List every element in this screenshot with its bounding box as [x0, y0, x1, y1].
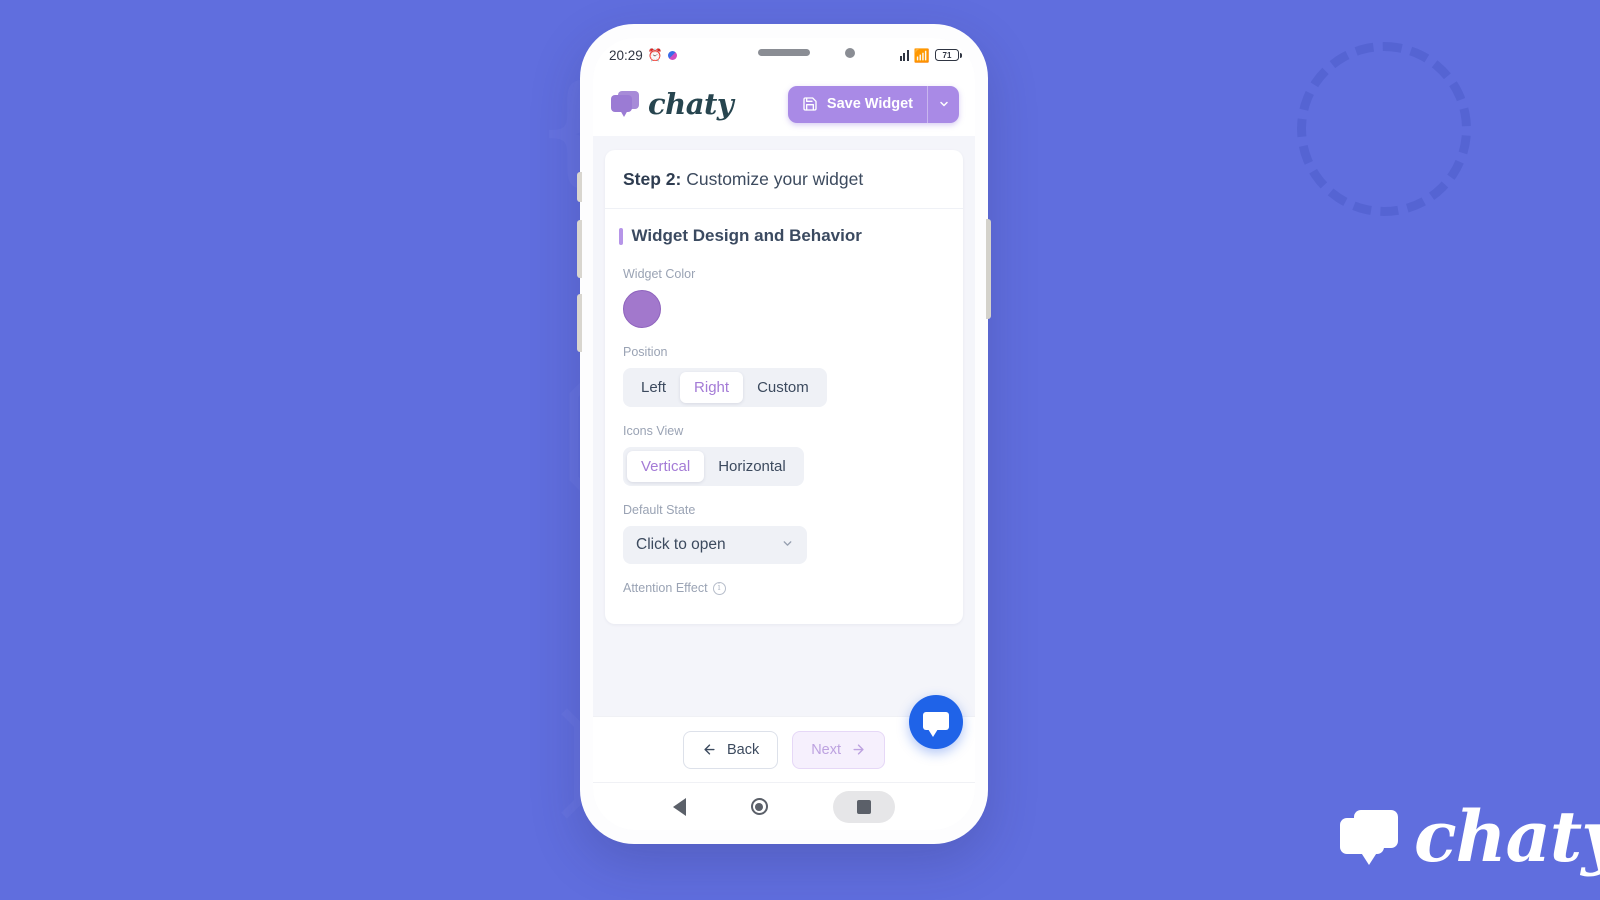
position-label: Position: [623, 345, 668, 359]
icons-view-label: Icons View: [623, 424, 684, 438]
field-attention-effect: Attention Effect i: [605, 581, 963, 624]
android-recents-icon[interactable]: [832, 790, 895, 823]
alarm-clock-icon: ⏰: [647, 48, 663, 62]
status-bar-clock: 20:29: [609, 47, 643, 63]
step-prefix-label: Step 2:: [623, 169, 682, 189]
icons-view-option-vertical[interactable]: Vertical: [627, 451, 705, 482]
default-state-value: Click to open: [636, 536, 726, 553]
position-segmented-control: Left Right Custom: [623, 368, 827, 407]
field-icons-view: Icons View Vertical Horizontal: [605, 424, 963, 486]
section-title-label: Widget Design and Behavior: [631, 226, 862, 245]
watermark-brand-label: chaty: [1414, 795, 1600, 878]
android-back-icon[interactable]: [673, 797, 687, 816]
save-widget-group: Save Widget: [787, 85, 959, 123]
android-home-icon[interactable]: [750, 798, 768, 815]
chevron-down-icon: [781, 537, 794, 553]
position-option-right[interactable]: Right: [680, 372, 744, 403]
position-option-left[interactable]: Left: [627, 372, 680, 403]
battery-level-label: 71: [942, 50, 952, 60]
chevron-down-icon: [939, 101, 948, 107]
chat-bubble-logo-icon: [611, 91, 639, 117]
status-bar: 20:29 ⏰ 📶 71: [593, 38, 975, 72]
status-bar-left: 20:29 ⏰: [609, 48, 677, 63]
arrow-left-icon: [704, 744, 715, 755]
app-header: chaty Save Widget: [593, 72, 975, 136]
phone-mockup: 20:29 ⏰ 📶 71 chaty Save Widget Step 2: C…: [577, 24, 991, 844]
back-button[interactable]: Back: [682, 730, 779, 769]
default-state-select[interactable]: Click to open: [623, 526, 807, 564]
arrow-right-icon: [853, 744, 864, 755]
android-navigation-bar: [593, 782, 975, 830]
chat-widget-fab[interactable]: [909, 695, 963, 749]
back-button-label: Back: [726, 741, 760, 758]
front-camera: [845, 48, 856, 58]
app-notification-icon: [667, 50, 677, 60]
widget-settings-card: Step 2: Customize your widget Widget Des…: [605, 150, 963, 624]
section-heading: Widget Design and Behavior: [605, 209, 963, 250]
section-accent-bar: [619, 227, 623, 245]
info-circle-icon[interactable]: i: [712, 581, 726, 595]
next-button[interactable]: Next: [792, 730, 886, 769]
chat-bubble-icon: [1340, 809, 1398, 865]
step-title-label: Customize your widget: [681, 169, 864, 189]
phone-volume-up-button: [577, 220, 582, 278]
default-state-label: Default State: [623, 503, 696, 517]
brand-name-label: chaty: [648, 87, 734, 121]
field-widget-color: Widget Color: [605, 267, 963, 328]
phone-volume-down-button: [577, 294, 582, 352]
screenshot-stage: ❴ ❲ ❳ 20:29 ⏰ 📶 71 chaty Save Widget Ste…: [0, 0, 1600, 900]
field-default-state: Default State Click to open: [605, 503, 963, 564]
attention-effect-label: Attention Effect: [623, 581, 708, 595]
earpiece-speaker: [758, 49, 810, 56]
save-widget-dropdown-button[interactable]: [927, 85, 959, 123]
phone-screen: 20:29 ⏰ 📶 71 chaty Save Widget Step 2: C…: [593, 38, 975, 830]
app-content: Step 2: Customize your widget Widget Des…: [593, 136, 975, 716]
brand-logo: chaty: [611, 87, 734, 121]
battery-icon: 71: [935, 49, 962, 61]
floppy-disk-save-icon: [803, 97, 817, 111]
save-widget-label: Save Widget: [826, 96, 913, 112]
widget-color-label: Widget Color: [623, 267, 696, 281]
wifi-icon: 📶: [913, 47, 930, 63]
chaty-watermark: chaty: [1340, 795, 1600, 878]
field-position: Position Left Right Custom: [605, 345, 963, 407]
next-button-label: Next: [811, 741, 842, 758]
step-heading: Step 2: Customize your widget: [605, 150, 963, 209]
widget-color-swatch[interactable]: [623, 290, 661, 328]
icons-view-option-horizontal[interactable]: Horizontal: [704, 451, 800, 482]
save-widget-button[interactable]: Save Widget: [788, 86, 927, 123]
dashed-circle-decoration: [1297, 42, 1471, 216]
icons-view-segmented-control: Vertical Horizontal: [623, 447, 804, 486]
phone-power-button: [986, 219, 991, 319]
phone-mute-switch: [577, 172, 582, 202]
status-bar-right: 📶 71: [899, 47, 962, 63]
wizard-footer: Back Next: [593, 695, 975, 782]
attention-effect-row: Attention Effect i: [623, 581, 945, 595]
position-option-custom[interactable]: Custom: [743, 372, 823, 403]
cellular-signal-icon: [899, 49, 909, 61]
